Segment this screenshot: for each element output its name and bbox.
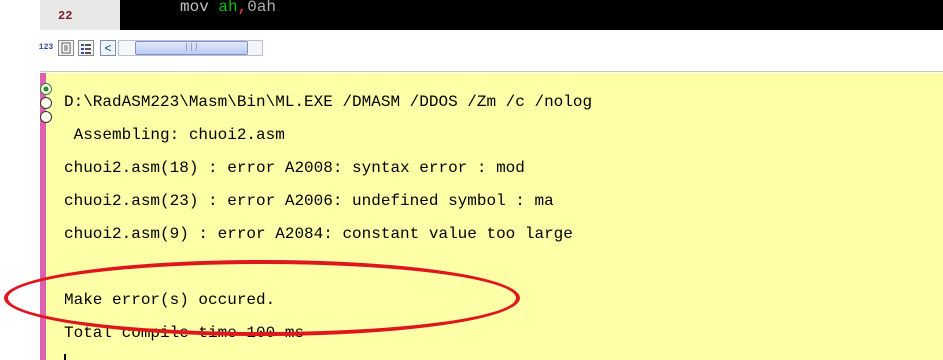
scrollbar-thumb[interactable]: ||| — [135, 41, 248, 55]
editor-gutter — [40, 0, 120, 30]
output-line: chuoi2.asm(23) : error A2006: undefined … — [64, 192, 554, 210]
code-line[interactable]: mov ah,0ah — [180, 0, 276, 16]
code-number: 0ah — [247, 0, 277, 16]
list-icon[interactable] — [78, 40, 94, 56]
output-line: Assembling: chuoi2.asm — [64, 126, 285, 144]
text-caret — [64, 354, 66, 360]
line-number: 22 — [58, 9, 73, 23]
document-icon[interactable] — [58, 40, 74, 56]
toolbar-divider — [40, 71, 943, 72]
marker-icon — [40, 97, 52, 109]
code-comma: , — [237, 0, 248, 16]
marker-icon — [40, 83, 52, 95]
error-highlight-ellipse — [4, 260, 520, 336]
output-line: chuoi2.asm(18) : error A2008: syntax err… — [64, 159, 525, 177]
output-line: D:\RadASM223\Masm\Bin\ML.EXE /DMASM /DDO… — [64, 93, 593, 111]
output-toolbar: 123 < ||| — [38, 32, 943, 72]
scroll-left-button[interactable]: < — [100, 40, 116, 56]
output-markers — [40, 83, 56, 125]
marker-icon — [40, 111, 52, 123]
code-editor[interactable] — [40, 0, 943, 30]
code-keyword: mov — [180, 0, 219, 16]
code-register: ah — [218, 0, 238, 16]
output-line: chuoi2.asm(9) : error A2084: constant va… — [64, 225, 573, 243]
line-numbers-button[interactable]: 123 — [38, 40, 54, 56]
